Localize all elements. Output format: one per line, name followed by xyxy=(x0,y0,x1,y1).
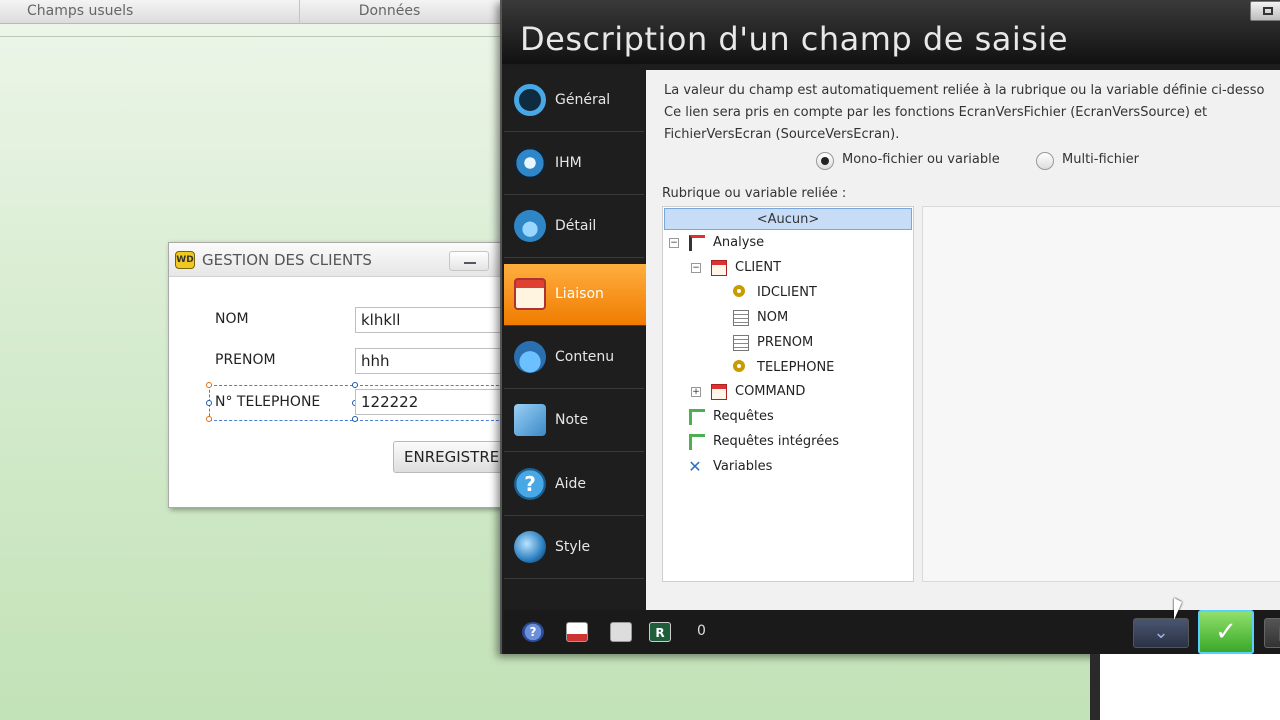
table-icon xyxy=(711,384,727,400)
client-window-title: GESTION DES CLIENTS xyxy=(202,251,372,269)
embedded-query-icon xyxy=(689,434,705,450)
style-icon xyxy=(514,531,546,563)
nav-item-style[interactable]: Style xyxy=(504,517,644,579)
background-window xyxy=(1100,654,1280,720)
nom-input[interactable]: klhkll xyxy=(355,307,515,333)
telephone-input[interactable]: 122222 xyxy=(355,389,515,415)
collapse-icon[interactable]: − xyxy=(691,263,701,273)
telephone-label: N° TELEPHONE xyxy=(215,394,321,410)
nom-label: NOM xyxy=(215,311,249,327)
tree-item-idclient[interactable]: IDCLIENT xyxy=(757,282,817,304)
help-icon: ? xyxy=(514,468,546,500)
nav-label: Général xyxy=(555,92,611,108)
editor-tab-bar: Champs usuels Données xyxy=(0,0,520,24)
window-edge xyxy=(1090,654,1100,720)
tree-item-requetes-integrees[interactable]: Requêtes intégrées xyxy=(713,431,839,453)
liaison-panel: La valeur du champ est automatiquement r… xyxy=(646,70,1280,610)
query-icon xyxy=(689,409,705,425)
detail-icon xyxy=(514,210,546,242)
restore-icon xyxy=(1263,7,1273,15)
nav-item-ihm[interactable]: IHM xyxy=(504,133,644,195)
selection-handle[interactable] xyxy=(206,400,212,406)
key-icon xyxy=(733,360,745,372)
expand-icon[interactable]: + xyxy=(691,387,701,397)
description-line: La valeur du champ est automatiquement r… xyxy=(664,83,1265,98)
tree-item-aucun[interactable]: <Aucun> xyxy=(664,208,912,230)
radio-checked-icon xyxy=(816,152,834,170)
tree-item-telephone[interactable]: TELEPHONE xyxy=(757,357,834,379)
liaison-description: La valeur du champ est automatiquement r… xyxy=(664,80,1280,146)
ok-button[interactable]: ✓ xyxy=(1198,610,1254,654)
radio-label: Multi-fichier xyxy=(1062,152,1139,167)
nav-label: Style xyxy=(555,539,591,555)
text-field-icon xyxy=(733,335,749,351)
dropdown-button[interactable]: ⌄ xyxy=(1133,618,1189,648)
variables-icon: ✕ xyxy=(688,457,702,476)
selection-handle[interactable] xyxy=(352,416,358,422)
table-icon xyxy=(711,260,727,276)
minimize-icon xyxy=(464,262,476,264)
selection-handle[interactable] xyxy=(206,382,212,388)
tree-item-requetes[interactable]: Requêtes xyxy=(713,406,774,428)
tree-item-variables[interactable]: Variables xyxy=(713,456,772,478)
dialog-nav: Général IHM Détail Liaison Contenu Note … xyxy=(504,70,664,610)
tree-item-analyse[interactable]: Analyse xyxy=(713,232,764,254)
nav-label: IHM xyxy=(555,155,582,171)
cancel-button[interactable] xyxy=(1264,618,1280,648)
editor-divider xyxy=(0,36,510,37)
nav-label: Liaison xyxy=(555,286,604,302)
tree-item-nom[interactable]: NOM xyxy=(757,307,788,329)
text-field-icon xyxy=(733,310,749,326)
client-window[interactable]: WD GESTION DES CLIENTS NOM klhkll PRENOM… xyxy=(168,242,523,508)
envelope-icon[interactable] xyxy=(610,622,632,642)
tree-item-prenom[interactable]: PRENOM xyxy=(757,332,813,354)
description-dialog[interactable]: Description d'un champ de saisie Général… xyxy=(500,0,1280,654)
nav-item-contenu[interactable]: Contenu xyxy=(504,327,644,389)
analyse-icon xyxy=(689,235,705,251)
radio-unchecked-icon xyxy=(1036,152,1054,170)
nav-item-detail[interactable]: Détail xyxy=(504,196,644,258)
help-icon[interactable]: ? xyxy=(522,622,544,642)
general-icon xyxy=(514,84,546,116)
tab-donnees[interactable]: Données xyxy=(300,0,520,24)
tree-item-client[interactable]: CLIENT xyxy=(735,257,781,279)
prenom-label: PRENOM xyxy=(215,352,276,368)
image-icon[interactable] xyxy=(566,622,588,642)
rubrique-detail-panel xyxy=(922,206,1280,582)
bottom-counter: 0 xyxy=(697,623,706,639)
selection-handle[interactable] xyxy=(352,382,358,388)
flask-icon xyxy=(514,341,546,373)
mouse-cursor-icon xyxy=(1174,598,1182,620)
eye-icon xyxy=(514,147,546,179)
nav-label: Note xyxy=(555,412,589,428)
collapse-icon[interactable]: − xyxy=(669,238,679,248)
minimize-button[interactable] xyxy=(449,251,489,271)
nav-label: Aide xyxy=(555,476,586,492)
nav-item-liaison[interactable]: Liaison xyxy=(504,264,664,326)
windev-app-icon: WD xyxy=(175,251,195,269)
nav-label: Contenu xyxy=(555,349,615,365)
restore-button[interactable] xyxy=(1250,1,1280,21)
nav-label: Détail xyxy=(555,218,597,234)
tab-champs-usuels[interactable]: Champs usuels xyxy=(0,0,300,24)
key-icon xyxy=(733,285,745,297)
rubrique-label: Rubrique ou variable reliée : xyxy=(662,186,847,201)
dialog-bottom-bar: ? R 0 ⌄ ✓ xyxy=(504,610,1280,654)
prenom-input[interactable]: hhh xyxy=(355,348,515,374)
client-window-titlebar[interactable]: WD GESTION DES CLIENTS xyxy=(169,243,507,277)
tree-item-command[interactable]: COMMAND xyxy=(735,381,805,403)
nav-item-aide[interactable]: ? Aide xyxy=(504,454,644,516)
description-line: FichierVersEcran (SourceVersEcran). xyxy=(664,127,900,142)
note-icon xyxy=(514,404,546,436)
selection-handle[interactable] xyxy=(206,416,212,422)
nav-item-note[interactable]: Note xyxy=(504,390,644,452)
report-icon[interactable]: R xyxy=(649,622,671,642)
table-link-icon xyxy=(514,278,546,310)
rubrique-tree[interactable]: <Aucun> − Analyse − CLIENT IDCLIENT NOM … xyxy=(662,206,914,582)
nav-item-general[interactable]: Général xyxy=(504,70,644,132)
dialog-title: Description d'un champ de saisie xyxy=(520,20,1068,58)
radio-label: Mono-fichier ou variable xyxy=(842,152,1000,167)
description-line: Ce lien sera pris en compte par les fonc… xyxy=(664,105,1208,120)
dialog-titlebar[interactable]: Description d'un champ de saisie xyxy=(502,0,1280,64)
